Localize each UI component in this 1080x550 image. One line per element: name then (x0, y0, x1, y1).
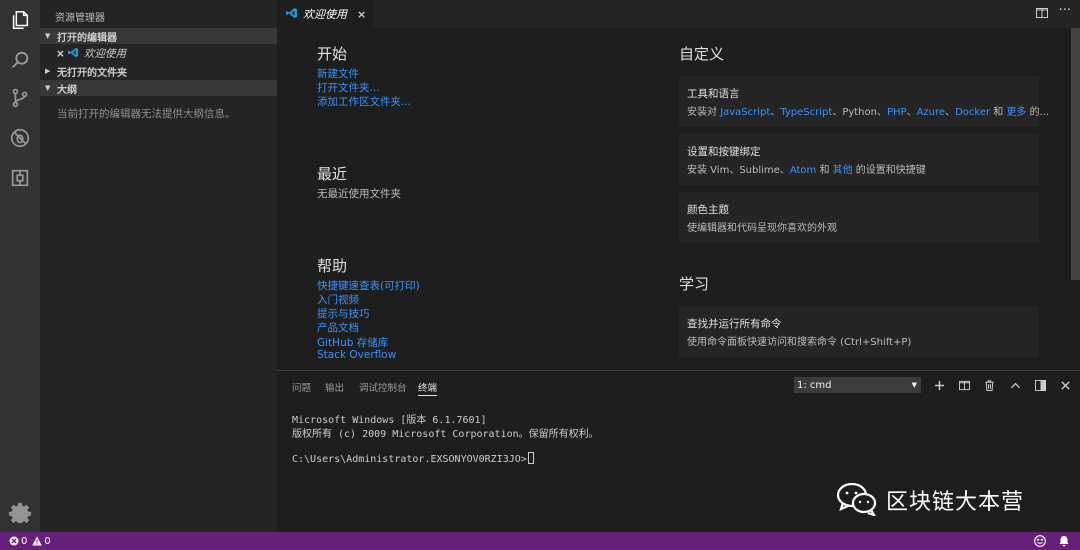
link-others[interactable]: 其他 (833, 165, 853, 176)
extensions-icon[interactable] (8, 166, 32, 190)
card-description: 使编辑器和代码呈现你喜欢的外观 (687, 223, 837, 234)
terminal-select[interactable]: 1: cmd ▼ (794, 377, 921, 393)
card-settings-keybindings[interactable]: 设置和按键绑定 安装 Vim、Sublime、Atom 和 其他 的设置和快捷键 (679, 134, 1039, 185)
vscode-file-icon (68, 47, 79, 61)
link-more[interactable]: 更多 (1006, 107, 1026, 118)
section-open-editors[interactable]: ▼ 打开的编辑器 (40, 28, 277, 44)
welcome-scroll-thumb[interactable] (1071, 28, 1080, 280)
link-typescript[interactable]: TypeScript (780, 107, 832, 118)
help-link-stackoverflow[interactable]: Stack Overflow (317, 349, 396, 361)
card-title: 颜色主题 (687, 204, 729, 216)
card-color-theme[interactable]: 颜色主题 使编辑器和代码呈现你喜欢的外观 (679, 192, 1039, 243)
active-tab-indicator (418, 395, 437, 396)
terminal-line: 版权所有 (c) 2009 Microsoft Corporation。保留所有… (292, 429, 599, 440)
new-terminal-icon[interactable] (933, 379, 945, 391)
debug-icon[interactable] (8, 126, 32, 150)
warning-icon (32, 536, 43, 546)
terminal-line: Microsoft Windows [版本 6.1.7601] (292, 415, 487, 426)
open-folder-link[interactable]: 打开文件夹... (317, 80, 380, 95)
tab-debug-console[interactable]: 调试控制台 (359, 380, 407, 394)
explorer-sidebar: 资源管理器 ▼ 打开的编辑器 × 欢迎使用 ▶ 无打开的文件夹 ▼ 大纲 当前打… (40, 0, 277, 532)
explorer-icon[interactable] (8, 8, 32, 32)
toggle-panel-position-icon[interactable] (1034, 379, 1046, 391)
watermark: 区块链大本营 (836, 482, 1024, 518)
source-control-icon[interactable] (8, 86, 32, 110)
card-tools-languages[interactable]: 工具和语言 安装对 JavaScript、TypeScript、Python、P… (679, 76, 1049, 127)
search-icon[interactable] (8, 48, 32, 72)
close-icon[interactable]: × (56, 48, 66, 60)
section-no-folder-label: 无打开的文件夹 (57, 67, 127, 79)
recent-heading: 最近 (317, 165, 348, 183)
start-heading: 开始 (317, 45, 348, 63)
link-azure[interactable]: Azure (917, 107, 945, 118)
new-file-link[interactable]: 新建文件 (317, 66, 359, 81)
welcome-page: 开始 新建文件 打开文件夹... 添加工作区文件夹... 最近 无最近使用文件夹… (277, 28, 1071, 370)
section-open-editors-label: 打开的编辑器 (57, 32, 117, 44)
learn-heading: 学习 (679, 275, 710, 293)
card-description: 安装对 JavaScript、TypeScript、Python、PHP、Azu… (687, 107, 1050, 118)
card-command-palette[interactable]: 查找并运行所有命令 使用命令面板快速访问和搜索命令 (Ctrl+Shift+P) (679, 306, 1039, 357)
outline-message: 当前打开的编辑器无法提供大纲信息。 (57, 108, 236, 120)
help-heading: 帮助 (317, 257, 348, 275)
terminal-prompt-text: C:\Users\Administrator.EXSONYOV0RZI3JO> (292, 454, 527, 465)
status-bar: 0 0 (0, 532, 1080, 550)
chevron-down-icon: ▼ (45, 84, 51, 92)
editor-tab-bar: 欢迎使用 × ··· (277, 0, 1080, 28)
wechat-icon (836, 482, 878, 519)
card-description: 安装 Vim、Sublime、Atom 和 其他 的设置和快捷键 (687, 165, 926, 176)
watermark-text: 区块链大本营 (886, 490, 1025, 515)
customize-heading: 自定义 (679, 45, 725, 63)
card-title: 设置和按键绑定 (687, 146, 761, 158)
vscode-file-icon (286, 7, 298, 22)
card-description: 使用命令面板快速访问和搜索命令 (Ctrl+Shift+P) (687, 337, 912, 348)
split-terminal-icon[interactable] (958, 379, 970, 391)
trash-icon[interactable] (983, 379, 995, 391)
section-outline[interactable]: ▼ 大纲 (40, 80, 277, 96)
tab-label: 欢迎使用 (303, 8, 347, 21)
help-link-tips[interactable]: 提示与技巧 (317, 306, 370, 321)
card-title: 工具和语言 (687, 88, 740, 100)
notifications-bell-icon[interactable] (1058, 535, 1070, 547)
activity-bar (0, 0, 40, 532)
link-docker[interactable]: Docker (955, 107, 990, 118)
error-count: 0 (21, 535, 28, 547)
open-editor-item[interactable]: × 欢迎使用 (40, 45, 277, 62)
maximize-panel-icon[interactable] (1009, 379, 1021, 391)
link-php[interactable]: PHP (887, 107, 907, 118)
error-icon (9, 536, 19, 546)
text-python: Python (842, 107, 877, 118)
tab-output[interactable]: 输出 (325, 380, 344, 394)
chevron-right-icon: ▶ (45, 67, 51, 75)
dropdown-arrow-icon: ▼ (911, 381, 917, 389)
help-link-videos[interactable]: 入门视频 (317, 292, 359, 307)
tab-welcome[interactable]: 欢迎使用 × (277, 0, 373, 28)
feedback-smiley-icon[interactable] (1034, 535, 1046, 547)
help-link-keybindings[interactable]: 快捷键速查表(可打印) (317, 278, 420, 293)
link-javascript[interactable]: JavaScript (720, 107, 770, 118)
link-atom[interactable]: Atom (790, 165, 816, 176)
sidebar-title: 资源管理器 (55, 13, 105, 24)
settings-gear-icon[interactable] (8, 500, 32, 524)
recent-empty-text: 无最近使用文件夹 (317, 188, 401, 200)
warning-count: 0 (44, 535, 51, 547)
add-workspace-folder-link[interactable]: 添加工作区文件夹... (317, 94, 411, 109)
section-outline-label: 大纲 (57, 84, 77, 96)
terminal-prompt[interactable]: C:\Users\Administrator.EXSONYOV0RZI3JO> (292, 452, 534, 465)
help-link-github[interactable]: GitHub 存储库 (317, 335, 388, 350)
tab-problems[interactable]: 问题 (292, 380, 311, 394)
close-panel-icon[interactable] (1059, 379, 1071, 391)
problems-status[interactable]: 0 0 (9, 536, 51, 547)
chevron-down-icon: ▼ (45, 32, 51, 40)
help-link-docs[interactable]: 产品文档 (317, 320, 359, 335)
section-no-folder[interactable]: ▶ 无打开的文件夹 (40, 63, 277, 79)
tab-terminal[interactable]: 终端 (418, 380, 437, 394)
more-actions-icon[interactable]: ··· (1059, 3, 1071, 18)
card-title: 查找并运行所有命令 (687, 318, 782, 330)
open-editor-filename: 欢迎使用 (84, 48, 126, 60)
terminal-cursor (527, 452, 534, 464)
split-editor-icon[interactable] (1036, 7, 1050, 21)
tab-close-icon[interactable]: × (357, 8, 366, 21)
terminal-select-value: 1: cmd (797, 379, 832, 391)
